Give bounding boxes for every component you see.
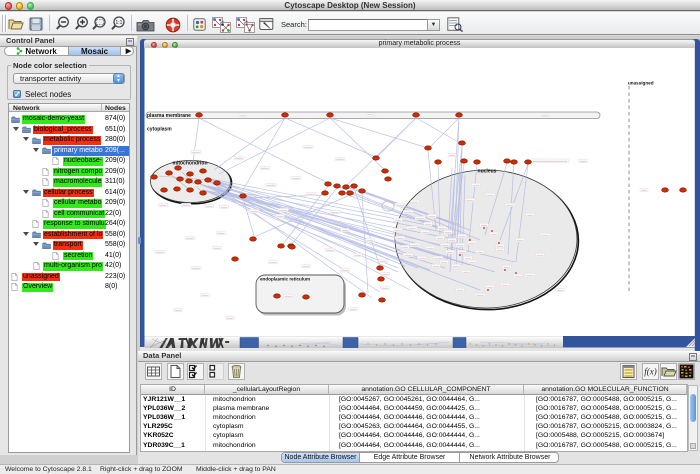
- svg-text:mitochondrion: mitochondrion: [173, 161, 208, 167]
- svg-text:plasma membrane: plasma membrane: [147, 113, 191, 119]
- svg-text:unassigned: unassigned: [628, 81, 654, 86]
- svg-text:nucleus: nucleus: [478, 169, 497, 175]
- svg-text:f(x): f(x): [644, 367, 657, 377]
- svg-text:cytoplasm: cytoplasm: [147, 127, 172, 133]
- svg-text:endoplasmic reticulum: endoplasmic reticulum: [260, 277, 310, 282]
- svg-text:1:1: 1:1: [116, 20, 123, 26]
